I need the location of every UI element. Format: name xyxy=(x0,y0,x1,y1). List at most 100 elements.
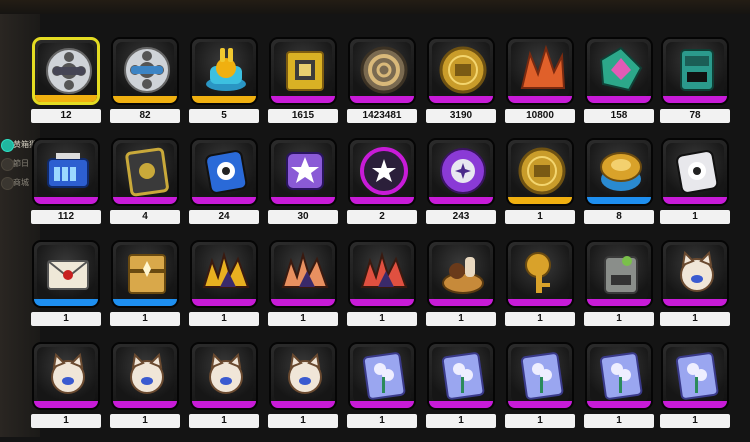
inventory-slot[interactable]: 5 xyxy=(189,37,270,137)
cat-icon xyxy=(209,352,243,394)
cat-icon xyxy=(680,250,714,292)
item-count: 1 xyxy=(268,312,338,326)
inventory-slot[interactable]: 30 xyxy=(268,138,349,238)
item-tile[interactable] xyxy=(506,37,574,105)
inventory-slot[interactable]: 1 xyxy=(31,342,112,442)
inventory-slot[interactable]: 1 xyxy=(110,342,191,442)
item-tile[interactable] xyxy=(190,37,258,105)
item-count: 78 xyxy=(660,109,730,123)
item-count: 1 xyxy=(584,312,654,326)
item-tile[interactable] xyxy=(190,342,258,410)
wings-icon xyxy=(281,251,329,288)
rarity-bar xyxy=(271,96,335,103)
item-tile[interactable] xyxy=(427,37,495,105)
rarity-bar xyxy=(192,401,256,408)
inventory-slot[interactable]: 12 xyxy=(31,37,112,137)
inventory-slot[interactable]: 1 xyxy=(347,342,428,442)
item-tile[interactable] xyxy=(506,138,574,206)
item-tile[interactable] xyxy=(111,342,179,410)
item-tile[interactable] xyxy=(661,240,729,308)
item-tile[interactable] xyxy=(111,240,179,308)
item-tile[interactable] xyxy=(427,138,495,206)
inventory-slot[interactable]: 158 xyxy=(584,37,665,137)
item-tile[interactable] xyxy=(269,37,337,105)
item-tile[interactable] xyxy=(269,138,337,206)
flower-icon xyxy=(675,352,719,400)
ticket-icon xyxy=(205,150,248,194)
item-tile[interactable] xyxy=(32,342,100,410)
inventory-slot[interactable]: 1423481 xyxy=(347,37,428,137)
item-count: 1 xyxy=(426,312,496,326)
item-tile[interactable] xyxy=(32,240,100,308)
inventory-slot[interactable]: 1 xyxy=(426,342,507,442)
item-tile[interactable] xyxy=(348,138,416,206)
inventory-slot[interactable]: 1 xyxy=(505,240,586,340)
item-tile[interactable] xyxy=(269,240,337,308)
item-tile[interactable] xyxy=(661,342,729,410)
inventory-slot[interactable]: 1 xyxy=(584,240,665,340)
item-tile[interactable] xyxy=(348,342,416,410)
item-tile[interactable] xyxy=(269,342,337,410)
inventory-slot[interactable]: 82 xyxy=(110,37,191,137)
gold-coin-icon xyxy=(518,147,566,195)
item-tile[interactable] xyxy=(427,240,495,308)
item-tile[interactable] xyxy=(506,240,574,308)
inventory-slot[interactable]: 112 xyxy=(31,138,112,238)
item-tile[interactable] xyxy=(190,138,258,206)
item-tile[interactable] xyxy=(32,138,100,206)
item-count: 243 xyxy=(426,210,496,224)
item-tile[interactable] xyxy=(190,240,258,308)
inventory-slot[interactable]: 1 xyxy=(189,342,270,442)
item-tile[interactable] xyxy=(506,342,574,410)
inventory-slot[interactable]: 1 xyxy=(268,240,349,340)
inventory-slot[interactable]: 1 xyxy=(110,240,191,340)
flower-icon xyxy=(362,352,406,400)
inventory-slot[interactable]: 1 xyxy=(584,342,665,442)
item-tile[interactable] xyxy=(585,138,653,206)
item-tile[interactable] xyxy=(111,138,179,206)
inventory-slot[interactable]: 24 xyxy=(189,138,270,238)
item-tile[interactable] xyxy=(585,37,653,105)
box-icon xyxy=(680,49,714,91)
top-strip xyxy=(0,0,750,14)
item-count: 112 xyxy=(31,210,101,224)
inventory-slot[interactable]: 1615 xyxy=(268,37,349,137)
inventory-slot[interactable]: 3190 xyxy=(426,37,507,137)
rarity-bar xyxy=(34,197,98,204)
inventory-slot[interactable]: 2 xyxy=(347,138,428,238)
inventory-slot[interactable]: 78 xyxy=(660,37,741,137)
rarity-bar xyxy=(429,401,493,408)
inventory-slot[interactable]: 10800 xyxy=(505,37,586,137)
ticket-icon xyxy=(676,150,719,194)
inventory-slot[interactable]: 1 xyxy=(660,138,741,238)
inventory-slot[interactable]: 1 xyxy=(660,240,741,340)
rarity-bar xyxy=(587,96,651,103)
item-tile[interactable] xyxy=(348,37,416,105)
inventory-slot[interactable]: 243 xyxy=(426,138,507,238)
basket-icon xyxy=(442,257,484,294)
rarity-bar xyxy=(587,299,651,306)
item-tile[interactable] xyxy=(111,37,179,105)
inventory-slot[interactable]: 1 xyxy=(426,240,507,340)
inventory-slot[interactable]: 1 xyxy=(660,342,741,442)
item-tile[interactable] xyxy=(585,240,653,308)
item-tile[interactable] xyxy=(427,342,495,410)
inventory-slot[interactable]: 1 xyxy=(268,342,349,442)
inventory-slot[interactable]: 4 xyxy=(110,138,191,238)
rarity-bar xyxy=(587,197,651,204)
inventory-slot[interactable]: 1 xyxy=(347,240,428,340)
inventory-slot[interactable]: 1 xyxy=(505,342,586,442)
item-tile[interactable] xyxy=(661,37,729,105)
item-tile[interactable] xyxy=(661,138,729,206)
item-tile[interactable] xyxy=(585,342,653,410)
item-tile[interactable] xyxy=(32,37,100,105)
item-count: 1 xyxy=(347,414,417,428)
item-count: 1 xyxy=(110,312,180,326)
inventory-slot[interactable]: 1 xyxy=(31,240,112,340)
inventory-slot[interactable]: 8 xyxy=(584,138,665,238)
inventory-slot[interactable]: 1 xyxy=(189,240,270,340)
chest-icon xyxy=(128,254,166,294)
item-count: 10800 xyxy=(505,109,575,123)
item-tile[interactable] xyxy=(348,240,416,308)
inventory-slot[interactable]: 1 xyxy=(505,138,586,238)
